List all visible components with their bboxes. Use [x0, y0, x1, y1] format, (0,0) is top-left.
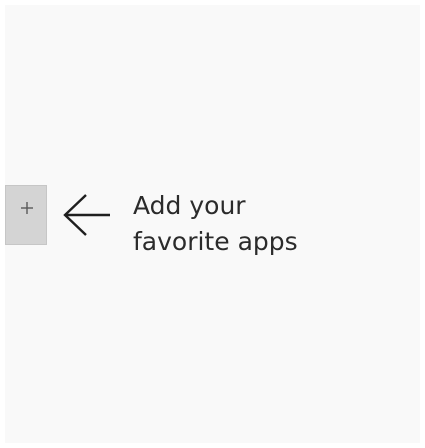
arrow-left-icon: [63, 194, 110, 236]
plus-icon: [21, 202, 33, 214]
hint-line-1: Add your: [133, 191, 246, 220]
pinned-apps-panel: Add your favorite apps: [5, 5, 420, 443]
hint-line-2: favorite apps: [133, 227, 298, 256]
add-app-button[interactable]: [5, 185, 47, 245]
add-favorite-apps-hint: Add your favorite apps: [133, 188, 413, 260]
